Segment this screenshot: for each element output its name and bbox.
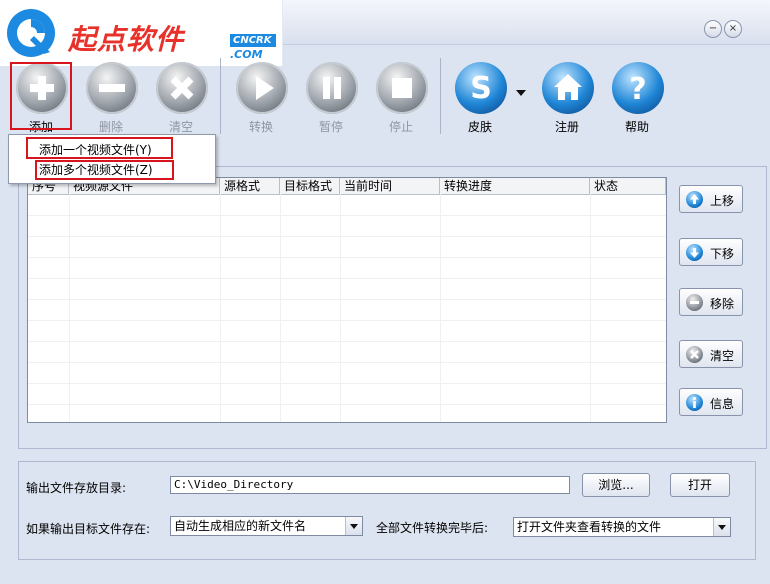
move-down-label: 下移 [710,247,735,261]
grid-divider [28,299,666,300]
move-up-button[interactable]: 上移 [679,185,743,213]
grid-divider [440,194,441,422]
help-button[interactable]: ? 帮助 [605,62,669,134]
col-current-time[interactable]: 当前时间 [340,178,440,194]
col-target-format[interactable]: 目标格式 [280,178,340,194]
help-label: 帮助 [624,120,649,134]
grid-divider [69,194,70,422]
register-button[interactable]: 注册 [535,62,599,134]
grid-divider [28,341,666,342]
minus-icon [86,62,138,114]
menu-item-highlight [26,137,173,159]
after-convert-select[interactable]: 打开文件夹查看转换的文件 [513,517,731,537]
register-label: 注册 [554,120,579,134]
stop-label: 停止 [388,120,413,134]
convert-label: 转换 [248,120,273,134]
file-table[interactable]: 序号 视频源文件 源格式 目标格式 当前时间 转换进度 状态 [27,177,667,423]
grid-divider [28,362,666,363]
clear-label: 清空 [168,120,193,134]
info-label: 信息 [710,397,735,411]
move-up-label: 上移 [710,194,735,208]
help-icon: ? [612,62,664,114]
skin-button[interactable]: S 皮肤 [448,62,512,134]
output-dir-field[interactable]: C:\Video_Directory [170,476,570,494]
svg-text:S: S [470,71,492,106]
toolbar-separator [440,58,441,134]
clear-list-button[interactable]: 清空 [679,340,743,368]
pause-button[interactable]: 暂停 [299,62,363,134]
grid-divider [28,236,666,237]
x-icon [686,346,703,363]
add-dropdown-menu: 添加一个视频文件(Y) 添加多个视频文件(Z) [8,134,216,184]
toolbar-separator [220,58,221,134]
if-exists-value: 自动生成相应的新文件名 [174,519,307,533]
grid-divider [280,194,281,422]
info-button[interactable]: 信息 [679,388,743,416]
chevron-down-icon[interactable] [713,518,730,536]
convert-button[interactable]: 转换 [229,62,293,134]
grid-divider [28,278,666,279]
arrow-up-icon [686,191,703,208]
close-button[interactable]: × [724,20,742,38]
toolbar: 添加 删除 清空 转换 暂停 停止 S 皮肤 注册 ? 帮助 [0,44,770,136]
col-source-format[interactable]: 源格式 [220,178,280,194]
if-exists-select[interactable]: 自动生成相应的新文件名 [170,516,363,536]
grid-divider [28,383,666,384]
col-progress[interactable]: 转换进度 [440,178,590,194]
open-button[interactable]: 打开 [670,473,730,497]
delete-label: 删除 [98,120,123,134]
menu-item-highlight [35,160,174,180]
grid-divider [28,215,666,216]
remove-button[interactable]: 移除 [679,288,743,316]
if-exists-label: 如果输出目标文件存在: [26,522,151,536]
delete-button[interactable]: 删除 [79,62,143,134]
pause-label: 暂停 [318,120,343,134]
skin-icon: S [455,62,507,114]
minus-icon [686,294,703,311]
chevron-down-icon[interactable] [345,517,362,535]
grid-divider [590,194,591,422]
remove-label: 移除 [710,297,735,311]
stop-button[interactable]: 停止 [369,62,433,134]
clear-button[interactable]: 清空 [149,62,213,134]
clear-list-label: 清空 [710,349,735,363]
skin-dropdown-arrow-icon[interactable] [516,90,526,96]
browse-button[interactable]: 浏览... [582,473,650,497]
grid-divider [28,257,666,258]
pause-icon [306,62,358,114]
grid-divider [220,194,221,422]
move-down-button[interactable]: 下移 [679,238,743,266]
grid-divider [28,320,666,321]
stop-icon [376,62,428,114]
after-convert-label: 全部文件转换完毕后: [376,521,489,535]
svg-text:?: ? [629,72,646,107]
play-icon [236,62,288,114]
info-icon [686,394,703,411]
after-convert-value: 打开文件夹查看转换的文件 [517,520,662,534]
home-icon [542,62,594,114]
arrow-down-icon [686,244,703,261]
grid-divider [28,404,666,405]
grid-divider [340,194,341,422]
skin-label: 皮肤 [467,120,492,134]
minimize-button[interactable]: − [704,20,722,38]
output-dir-label: 输出文件存放目录: [26,481,127,495]
add-button-highlight [10,62,72,130]
col-status[interactable]: 状态 [590,178,666,194]
x-icon [156,62,208,114]
app-window: 起点软件 CNCRK .COM − × 添加 删除 清空 转换 暂停 停止 S … [0,0,770,584]
